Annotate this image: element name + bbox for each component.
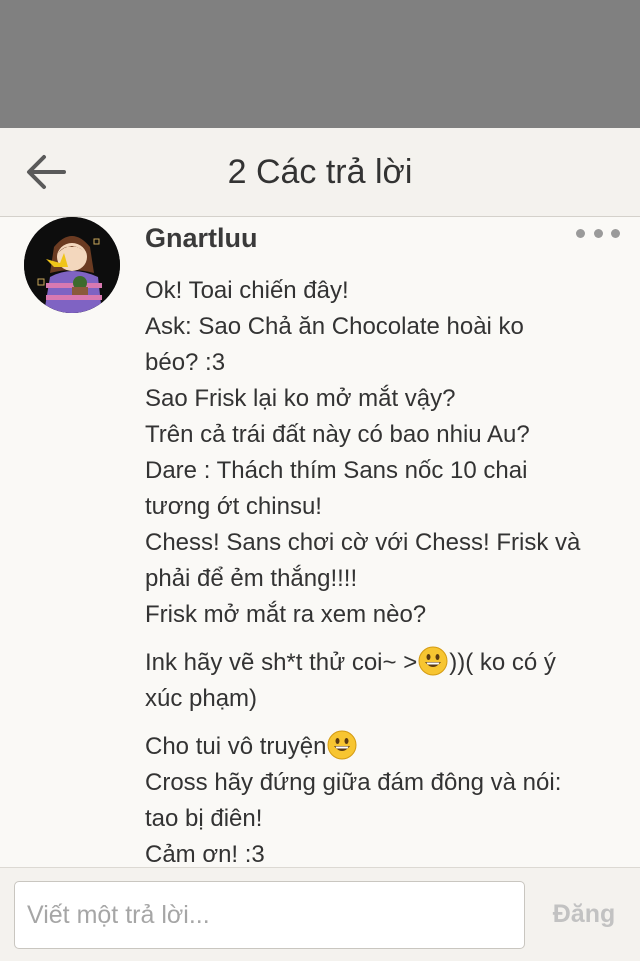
text-line: Cross hãy đứng giữa đám đông và nói: — [145, 769, 562, 796]
paragraph-2: Ink hãy vẽ sh*t thử coi~ > ))( ko có ý x… — [145, 645, 615, 717]
text-segment: Ink hãy vẽ sh*t thử coi~ > — [145, 649, 418, 676]
username[interactable]: Gnartluu — [145, 219, 258, 257]
text-line: tương ớt chinsu! — [145, 493, 322, 520]
text-line: Cho tui vô truyện — [145, 729, 615, 765]
text-line: Ask: Sao Chả ăn Chocolate hoài ko — [145, 313, 524, 340]
grinning-face-emoji-icon — [327, 730, 357, 760]
reply-body: Ok! Toai chiến đây! Ask: Sao Chả ăn Choc… — [145, 273, 615, 867]
text-line: Ink hãy vẽ sh*t thử coi~ > ))( ko có ý — [145, 645, 615, 681]
more-dot — [611, 228, 620, 238]
avatar[interactable] — [24, 217, 120, 313]
avatar-image — [24, 217, 120, 313]
paragraph-3: Cho tui vô truyện Cross hãy đứng giữa đá… — [145, 729, 615, 867]
text-line: Chess! Sans chơi cờ với Chess! Frisk và — [145, 529, 581, 556]
text-line: Dare : Thách thím Sans nốc 10 chai — [145, 457, 528, 484]
text-line: Frisk mở mắt ra xem nèo? — [145, 601, 427, 628]
text-line: Cảm ơn! :3 — [145, 841, 265, 867]
text-line: phải để ẻm thắng!!!! — [145, 565, 358, 592]
more-dot — [576, 228, 585, 238]
reply-sheet: 2 Các trả lời Gnartluu Ok! Toai chiến đâ… — [0, 128, 640, 961]
paragraph-1: Ok! Toai chiến đây! Ask: Sao Chả ăn Choc… — [145, 273, 615, 633]
text-line: béo? :3 — [145, 349, 226, 376]
text-line: Sao Frisk lại ko mở mắt vậy? — [145, 385, 456, 412]
text-line: Ok! Toai chiến đây! — [145, 277, 349, 304]
reply-composer: Đăng — [0, 867, 640, 961]
more-options-button[interactable] — [576, 225, 620, 241]
text-segment: ))( ko có ý — [449, 649, 556, 676]
more-dot — [593, 228, 603, 238]
reply-input-box[interactable] — [14, 881, 525, 949]
page-title: 2 Các trả lời — [227, 153, 413, 191]
text-line: Trên cả trái đất này có bao nhiu Au? — [145, 421, 530, 448]
grinning-face-emoji-icon — [418, 646, 448, 676]
reply-post: Gnartluu Ok! Toai chiến đây! Ask: Sao Ch… — [0, 217, 640, 867]
text-line: xúc phạm) — [145, 685, 258, 712]
post-reply-button[interactable]: Đăng — [544, 894, 624, 934]
reply-input[interactable] — [15, 882, 524, 948]
text-line: tao bị điên! — [145, 805, 263, 832]
text-segment: Cho tui vô truyện — [145, 733, 327, 760]
header-bar: 2 Các trả lời — [0, 128, 640, 217]
